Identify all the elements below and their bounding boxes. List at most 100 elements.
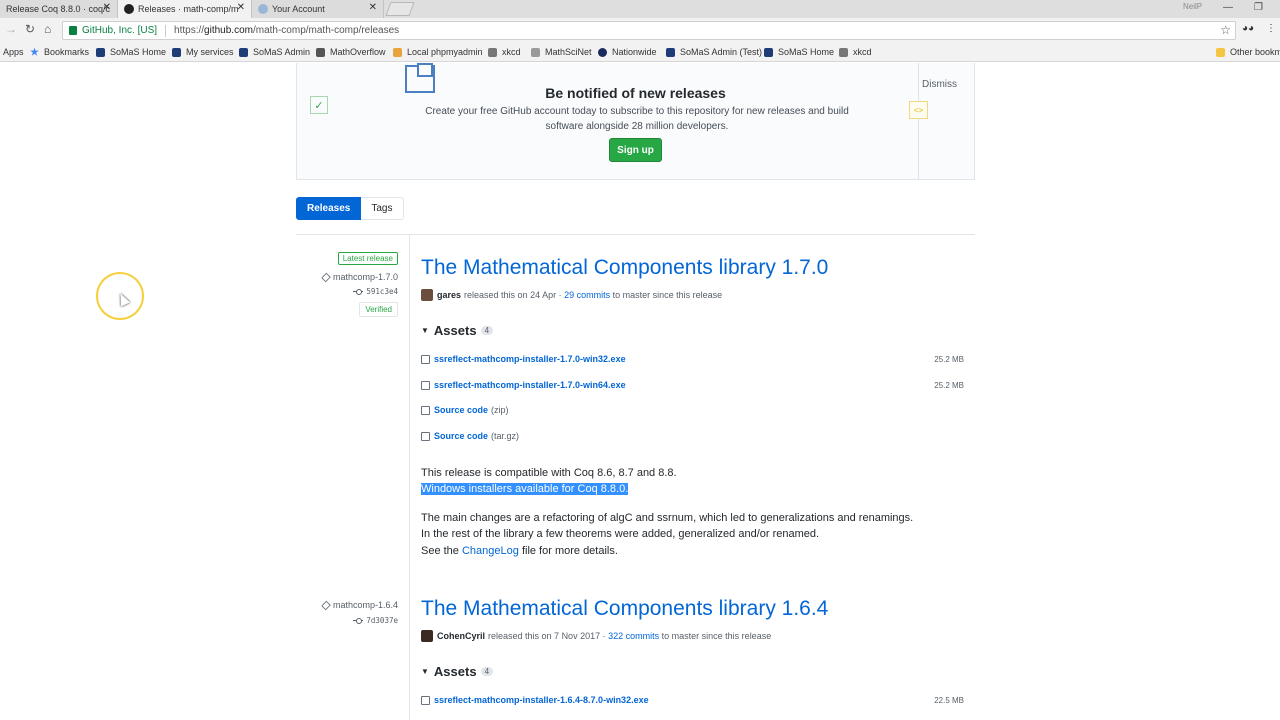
asset-kind[interactable]: (zip) xyxy=(491,405,509,415)
bookmark-somas-home[interactable]: SoMaS Home xyxy=(96,47,166,57)
bookmark-somas-admin-test[interactable]: SoMaS Admin (Test) xyxy=(666,47,762,57)
divider xyxy=(296,234,975,235)
avatar[interactable] xyxy=(421,289,433,301)
bookmark-label: SoMaS Home xyxy=(778,47,835,57)
asset-row[interactable]: Source code (tar.gz) xyxy=(421,428,964,444)
tab-title: Your Account xyxy=(272,4,325,14)
profile-name[interactable]: NeilP xyxy=(1183,2,1202,11)
assets-count: 4 xyxy=(480,667,494,676)
tab-title: Releases · math-comp/m xyxy=(138,4,239,14)
assets-toggle[interactable]: ▼ Assets 4 xyxy=(421,664,494,679)
commits-link[interactable]: 322 commits xyxy=(608,631,659,641)
asset-name[interactable]: ssreflect-mathcomp-installer-1.7.0-win32… xyxy=(434,354,626,364)
release-title[interactable]: The Mathematical Components library 1.7.… xyxy=(421,255,973,281)
commits-link[interactable]: 29 commits xyxy=(564,290,610,300)
bookmark-apps[interactable]: Apps xyxy=(3,47,24,57)
menu-icon[interactable]: ⋮ xyxy=(1266,23,1276,34)
close-icon[interactable]: ✕ xyxy=(103,2,111,13)
bookmark-bookmarks[interactable]: Bookmarks xyxy=(30,47,89,57)
bookmark-my-services[interactable]: My services xyxy=(172,47,234,57)
asset-name[interactable]: ssreflect-mathcomp-installer-1.7.0-win64… xyxy=(434,380,626,390)
xkcd-icon xyxy=(488,47,497,57)
assets-count: 4 xyxy=(480,326,494,335)
avatar[interactable] xyxy=(421,630,433,642)
release-tag[interactable]: mathcomp-1.6.4 xyxy=(296,600,398,610)
changelog-suffix: file for more details. xyxy=(521,545,618,557)
bookmark-xkcd[interactable]: xkcd xyxy=(488,47,521,57)
verified-badge[interactable]: Verified xyxy=(359,302,398,317)
minimize-icon[interactable]: — xyxy=(1223,2,1233,13)
asset-row[interactable]: ssreflect-mathcomp-installer-1.6.4-8.7.0… xyxy=(421,692,964,708)
release-paragraph: In the rest of the library a few theorem… xyxy=(421,528,820,540)
asset-row[interactable]: ssreflect-mathcomp-installer-1.7.0-win64… xyxy=(421,377,964,393)
url-path: /math-comp/math-comp/releases xyxy=(252,25,400,36)
bookmark-star-icon[interactable]: ☆ xyxy=(1220,23,1231,37)
tab-title: Release Coq 8.8.0 · coq/c xyxy=(6,4,111,14)
close-icon[interactable]: ✕ xyxy=(369,2,377,13)
release-author[interactable]: gares xyxy=(437,290,461,300)
package-icon xyxy=(421,380,430,390)
file-zip-icon xyxy=(421,431,430,441)
release-commit[interactable]: 591c3e4 xyxy=(296,287,398,296)
release-author[interactable]: CohenCyril xyxy=(437,631,485,641)
tag-icon xyxy=(321,272,331,282)
bookmark-local-phpmyadmin[interactable]: Local phpmyadmin xyxy=(393,47,483,57)
changelog-link[interactable]: ChangeLog xyxy=(462,545,519,557)
tab-tags[interactable]: Tags xyxy=(361,197,404,220)
release-commit[interactable]: 7d3037e xyxy=(296,616,398,625)
extension-glasses-icon[interactable]: ◕◕ xyxy=(1242,23,1254,34)
asset-size: 22.5 MB xyxy=(934,695,964,705)
bookmark-nationwide[interactable]: Nationwide xyxy=(598,47,657,57)
signup-button[interactable]: Sign up xyxy=(609,138,662,162)
bookmark-label: Bookmarks xyxy=(44,47,90,57)
bookmark-xkcd-2[interactable]: xkcd xyxy=(839,47,872,57)
bookmark-label: xkcd xyxy=(853,47,872,57)
bookmark-label: SoMaS Admin (Test) xyxy=(680,47,763,57)
forward-icon[interactable]: → xyxy=(5,22,17,36)
tab-releases[interactable]: Releases xyxy=(296,197,362,220)
asset-name[interactable]: ssreflect-mathcomp-installer-1.6.4-8.7.0… xyxy=(434,695,649,705)
selected-text: Windows installers available for Coq 8.8… xyxy=(421,483,629,495)
release-note-highlighted: Windows installers available for Coq 8.8… xyxy=(421,481,629,498)
close-icon[interactable]: ✕ xyxy=(237,2,245,13)
reload-icon[interactable]: ↻ xyxy=(25,22,35,36)
bookmark-mathoverflow[interactable]: MathOverflow xyxy=(316,47,386,57)
asset-row[interactable]: ssreflect-mathcomp-installer-1.7.0-win32… xyxy=(421,351,964,367)
tag-icon xyxy=(321,600,331,610)
tab-your-account[interactable]: Your Account ✕ xyxy=(252,0,384,18)
commit-sha: 591c3e4 xyxy=(366,287,398,296)
site-identity[interactable]: GitHub, Inc. [US] xyxy=(63,25,157,36)
star-icon xyxy=(30,47,39,56)
tab-releases[interactable]: Releases · math-comp/m ✕ xyxy=(118,0,252,18)
bookmark-mathscinet[interactable]: MathSciNet xyxy=(531,47,592,57)
release-title[interactable]: The Mathematical Components library 1.6.… xyxy=(421,596,973,622)
url-scheme: https:// xyxy=(174,25,205,36)
home-icon[interactable]: ⌂ xyxy=(44,22,51,36)
github-icon xyxy=(124,4,134,14)
bookmark-label: Nationwide xyxy=(612,47,657,57)
asset-row[interactable]: Source code (zip) xyxy=(421,402,964,418)
lock-icon xyxy=(69,26,77,35)
tab-coq-release[interactable]: Release Coq 8.8.0 · coq/c ✕ xyxy=(0,0,118,18)
release-paragraph: See the ChangeLog file for more details. xyxy=(421,543,618,560)
assets-toggle[interactable]: ▼ Assets 4 xyxy=(421,323,494,338)
maximize-icon[interactable]: ❐ xyxy=(1254,2,1263,13)
bookmark-other[interactable]: Other bookm xyxy=(1216,47,1280,57)
shield-icon xyxy=(172,47,181,57)
release-paragraph: The main changes are a refactoring of al… xyxy=(421,512,914,524)
asset-kind[interactable]: (tar.gz) xyxy=(491,431,519,441)
mathoverflow-icon xyxy=(316,47,325,57)
assets-label: Assets xyxy=(433,664,477,679)
new-tab-button[interactable] xyxy=(385,2,415,16)
address-bar[interactable]: GitHub, Inc. [US] https://github.com/mat… xyxy=(62,21,1236,40)
release-entry: The Mathematical Components library 1.7.… xyxy=(421,255,973,557)
asset-name[interactable]: Source code xyxy=(434,405,488,415)
bookmark-label: My services xyxy=(186,47,234,57)
bookmark-somas-home-2[interactable]: SoMaS Home xyxy=(764,47,834,57)
dismiss-button[interactable]: Dismiss xyxy=(922,79,957,90)
bookmark-label: SoMaS Home xyxy=(110,47,167,57)
bookmark-somas-admin[interactable]: SoMaS Admin xyxy=(239,47,310,57)
asset-name[interactable]: Source code xyxy=(434,431,488,441)
release-date: released this on 7 Nov 2017 · xyxy=(488,631,606,641)
release-tag[interactable]: mathcomp-1.7.0 xyxy=(296,272,398,282)
